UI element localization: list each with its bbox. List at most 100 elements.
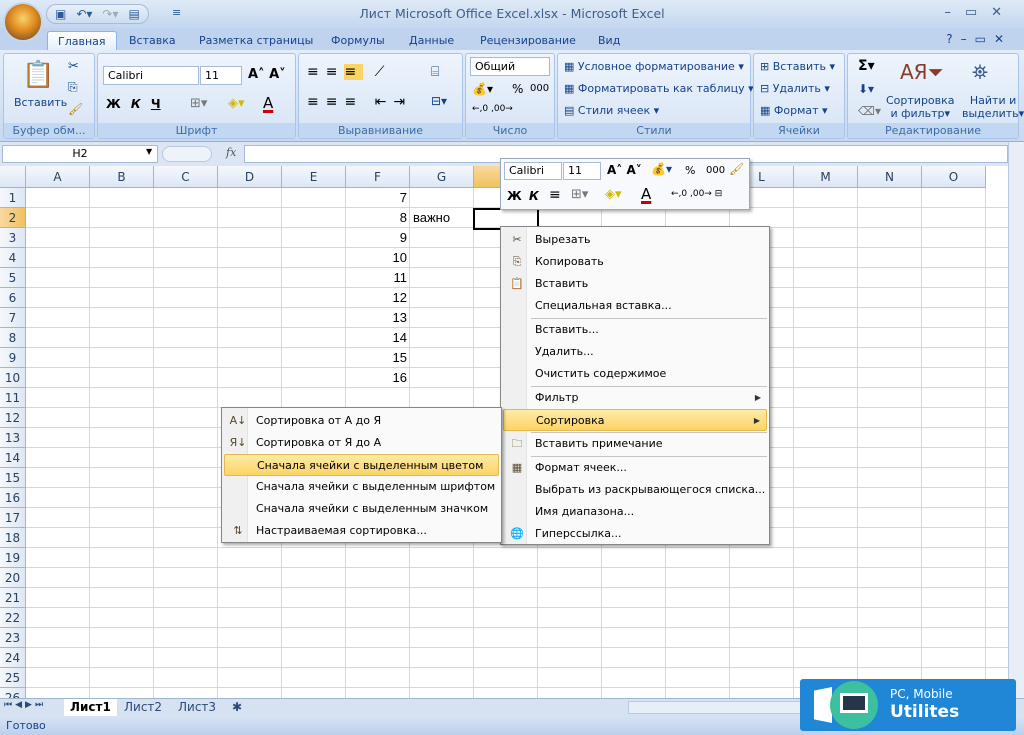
vertical-scrollbar[interactable] <box>1008 142 1024 698</box>
row-header[interactable]: 3 <box>0 228 26 248</box>
tab-page-layout[interactable]: Разметка страницы <box>189 31 323 51</box>
office-button[interactable] <box>3 2 43 42</box>
cell-F8[interactable]: 14 <box>346 328 410 348</box>
undo-icon[interactable]: ↶▾ <box>76 7 92 21</box>
mini-format-painter-icon[interactable]: 🖌 <box>729 162 744 176</box>
currency-icon[interactable]: 💰▾ <box>472 82 493 96</box>
context_menu-item[interactable]: Гиперссылка... 🌐 <box>503 523 767 545</box>
sheet-tab-1[interactable]: Лист1 <box>64 699 117 716</box>
row-header[interactable]: 26 <box>0 688 26 698</box>
row-header[interactable]: 22 <box>0 608 26 628</box>
context_menu-item[interactable]: Имя диапазона... <box>503 501 767 523</box>
cell-F1[interactable]: 7 <box>346 188 410 208</box>
context_menu-item[interactable]: Выбрать из раскрывающегося списка... <box>503 479 767 501</box>
insert-function-button[interactable]: fx <box>226 146 236 159</box>
context_menu-item[interactable]: Специальная вставка... <box>503 295 767 317</box>
vertical-align-icons[interactable]: ≡≡≡ ⟋ <box>307 64 391 80</box>
customize-qat-icon[interactable]: ≡ <box>172 6 181 19</box>
mini-bold-button[interactable]: Ж <box>507 189 522 203</box>
grow-font-icon[interactable]: A˄ A˅ <box>248 67 286 82</box>
font-color-icon[interactable]: A <box>263 94 273 112</box>
mini-italic-button[interactable]: К <box>529 189 539 203</box>
column-header[interactable]: B <box>90 166 154 188</box>
window-controls[interactable]: –▭✕ <box>944 5 1016 20</box>
row-header[interactable]: 24 <box>0 648 26 668</box>
row-header[interactable]: 4 <box>0 248 26 268</box>
row-header[interactable]: 14 <box>0 448 26 468</box>
context_menu-item[interactable]: Фильтр ▶ <box>503 387 767 409</box>
cut-icon[interactable]: ✂ <box>68 59 79 74</box>
delete-cells-button[interactable]: ⊟ Удалить ▾ <box>760 82 830 95</box>
column-header[interactable]: G <box>410 166 474 188</box>
mini-borders-icon[interactable]: ⊞▾ <box>571 187 588 202</box>
italic-button[interactable]: К <box>131 97 141 111</box>
find-select-button[interactable]: Найти и выделить▾ <box>962 94 1024 120</box>
row-header[interactable]: 10 <box>0 368 26 388</box>
mini-fill-icon[interactable]: ◈▾ <box>605 187 622 202</box>
row-header[interactable]: 7 <box>0 308 26 328</box>
insert-sheet-icon[interactable]: ✱ <box>226 699 248 716</box>
insert-cells-button[interactable]: ⊞ Вставить ▾ <box>760 60 835 73</box>
row-header[interactable]: 13 <box>0 428 26 448</box>
row-header[interactable]: 17 <box>0 508 26 528</box>
help-icon[interactable]: ?–▭✕ <box>946 32 1012 46</box>
number-format-select[interactable]: Общий <box>470 57 550 76</box>
cell-F5[interactable]: 11 <box>346 268 410 288</box>
row-header[interactable]: 15 <box>0 468 26 488</box>
context_menu-item[interactable]: Копировать ⎘ <box>503 251 767 273</box>
mini-currency-icon[interactable]: 💰▾ <box>651 162 672 176</box>
sort-filter-button[interactable]: Сортировка и фильтр▾ <box>886 94 955 120</box>
cell-F6[interactable]: 12 <box>346 288 410 308</box>
context_menu-item[interactable]: Вставить примечание 🗀 <box>503 433 767 455</box>
font-style-buttons[interactable]: Ж К Ч <box>106 97 161 111</box>
sort_submenu-item[interactable]: Сначала ячейки с выделенным цветом <box>224 454 499 476</box>
conditional-formatting-button[interactable]: ▦ Условное форматирование ▾ <box>564 60 744 73</box>
context_menu-item[interactable]: Формат ячеек... ▦ <box>503 457 767 479</box>
mini-percent-button[interactable]: % <box>685 164 695 177</box>
cell-F9[interactable]: 15 <box>346 348 410 368</box>
mini-font-select[interactable]: Calibri <box>504 162 562 180</box>
row-header[interactable]: 21 <box>0 588 26 608</box>
column-header[interactable]: F <box>346 166 410 188</box>
row-header[interactable]: 19 <box>0 548 26 568</box>
save-icon[interactable]: ▣ <box>55 7 66 21</box>
underline-button[interactable]: Ч <box>151 97 161 111</box>
fill-icon[interactable]: ⬇▾ <box>858 82 874 96</box>
column-header[interactable]: E <box>282 166 346 188</box>
format-as-table-button[interactable]: ▦ Форматировать как таблицу ▾ <box>564 82 754 95</box>
cell-F4[interactable]: 10 <box>346 248 410 268</box>
sheet-tab-3[interactable]: Лист3 <box>172 699 222 716</box>
horizontal-align-icons[interactable]: ≡≡≡ ⇤⇥ <box>307 94 412 110</box>
mini-size-select[interactable]: 11 <box>563 162 601 180</box>
clipboard-icon[interactable]: ▤ <box>129 7 140 21</box>
cell-styles-button[interactable]: ▤ Стили ячеек ▾ <box>564 104 659 117</box>
format-cells-button[interactable]: ▦ Формат ▾ <box>760 104 828 117</box>
fill-color-icon[interactable]: ◈▾ <box>228 96 245 111</box>
percent-button[interactable]: % <box>512 82 523 96</box>
column-header[interactable]: O <box>922 166 986 188</box>
merge-icon[interactable]: ⊟▾ <box>431 94 447 108</box>
tab-insert[interactable]: Вставка <box>119 31 186 51</box>
row-header[interactable]: 20 <box>0 568 26 588</box>
row-header[interactable]: 12 <box>0 408 26 428</box>
sort-filter-icon[interactable]: AЯ⏷ <box>900 60 944 84</box>
cell-F2[interactable]: 8 <box>346 208 410 228</box>
row-header[interactable]: 1 <box>0 188 26 208</box>
bold-button[interactable]: Ж <box>106 97 121 111</box>
tab-review[interactable]: Рецензирование <box>470 31 586 51</box>
select-all-corner[interactable] <box>0 166 26 188</box>
sort_submenu-item[interactable]: Сначала ячейки с выделенным значком <box>224 498 499 520</box>
cell-F3[interactable]: 9 <box>346 228 410 248</box>
sheet-tab-2[interactable]: Лист2 <box>118 699 168 716</box>
column-header[interactable]: N <box>858 166 922 188</box>
column-header[interactable]: D <box>218 166 282 188</box>
redo-icon[interactable]: ↷▾ <box>102 7 118 21</box>
horizontal-scrollbar[interactable] <box>628 701 808 714</box>
sort_submenu-item[interactable]: Сортировка от А до Я A↓ <box>224 410 499 432</box>
borders-icon[interactable]: ⊞▾ <box>190 96 207 111</box>
cell-F7[interactable]: 13 <box>346 308 410 328</box>
paste-button[interactable]: Вставить <box>14 96 67 109</box>
sort_submenu-item[interactable]: Сортировка от Я до А Я↓ <box>224 432 499 454</box>
binoculars-icon[interactable]: ⛯ <box>972 60 988 84</box>
name-box-dropdown-icon[interactable]: ▼ <box>146 147 152 156</box>
